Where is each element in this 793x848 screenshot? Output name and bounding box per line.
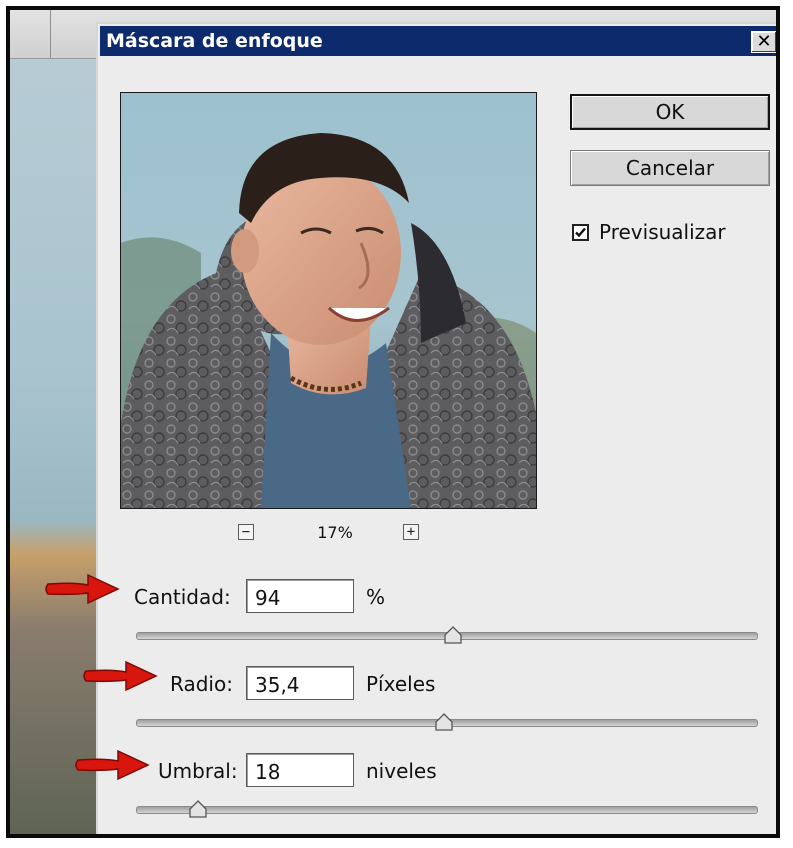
- close-button[interactable]: ✕: [751, 31, 776, 53]
- radius-label: Radio:: [170, 672, 233, 696]
- unsharp-mask-dialog: Máscara de enfoque ✕ − 17% + OK Cancelar…: [96, 22, 776, 834]
- close-icon: ✕: [756, 31, 772, 52]
- toolbar-separator: [50, 10, 51, 58]
- screenshot-frame: Máscara de enfoque ✕ − 17% + OK Cancelar…: [6, 6, 780, 838]
- preview-toggle[interactable]: Previsualizar: [572, 219, 776, 245]
- portrait-photo: [121, 93, 536, 508]
- zoom-out-button[interactable]: −: [238, 524, 254, 540]
- zoom-level: 17%: [317, 523, 353, 542]
- threshold-row: Umbral: 18 niveles: [98, 753, 776, 789]
- cancel-button[interactable]: Cancelar: [570, 150, 770, 186]
- amount-slider[interactable]: [136, 624, 758, 648]
- radius-unit: Píxeles: [366, 672, 436, 696]
- radius-slider[interactable]: [136, 711, 758, 735]
- radius-input[interactable]: 35,4: [246, 666, 354, 700]
- threshold-pointer-arrow-icon: [75, 749, 150, 781]
- dialog-titlebar[interactable]: Máscara de enfoque ✕: [100, 26, 776, 56]
- threshold-slider-track: [136, 806, 758, 814]
- radius-row: Radio: 35,4 Píxeles: [98, 666, 776, 702]
- amount-input[interactable]: 94: [246, 579, 354, 613]
- threshold-slider-thumb[interactable]: [188, 800, 208, 818]
- radius-slider-thumb[interactable]: [434, 713, 454, 731]
- threshold-slider[interactable]: [136, 798, 758, 822]
- amount-pointer-arrow-icon: [45, 573, 120, 605]
- radius-pointer-arrow-icon: [83, 660, 158, 692]
- amount-row: Cantidad: 94 %: [98, 579, 776, 615]
- preview-checkbox[interactable]: [572, 223, 589, 241]
- amount-slider-thumb[interactable]: [443, 626, 463, 644]
- zoom-in-button[interactable]: +: [403, 524, 419, 540]
- amount-unit: %: [366, 585, 386, 609]
- ok-button[interactable]: OK: [570, 94, 770, 130]
- zoom-controls: − 17% +: [120, 521, 535, 545]
- checkmark-icon: [575, 227, 586, 237]
- threshold-label: Umbral:: [158, 759, 238, 783]
- threshold-input[interactable]: 18: [246, 753, 354, 787]
- preview-label: Previsualizar: [599, 220, 726, 244]
- dialog-title: Máscara de enfoque: [106, 30, 323, 52]
- preview-image[interactable]: [120, 92, 537, 509]
- amount-label: Cantidad:: [134, 585, 231, 609]
- threshold-unit: niveles: [366, 759, 437, 783]
